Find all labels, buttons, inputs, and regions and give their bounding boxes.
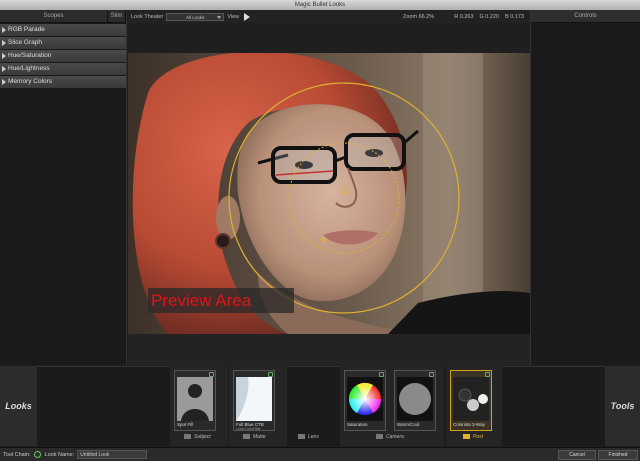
category-label: Post (473, 434, 484, 440)
look-name-label: Look Name: (44, 451, 75, 458)
play-icon[interactable] (244, 12, 251, 21)
warm-cool-thumbnail (397, 377, 433, 421)
three-way-wheels-icon (453, 377, 489, 421)
status-bar: Tool Chain: Look Name: Untitled Look Can… (0, 447, 640, 461)
scope-item-label: Memory Colors (8, 78, 53, 85)
scope-item-label: Hue/Saturation (8, 52, 52, 59)
preview-area-label: Preview Area (148, 288, 294, 313)
post-icon (463, 434, 470, 440)
category-camera[interactable]: Camera (376, 434, 404, 440)
looks-drawer-button[interactable]: Looks (0, 366, 37, 446)
look-theater-toolbar: Look Theater All Looks View Zoom 66.2% R… (128, 10, 530, 23)
category-label: Camera (386, 434, 404, 440)
tool-full-blue-ctb[interactable]: Full Blue CTB Lens:ColorFilter (233, 370, 275, 431)
spot-fill-thumbnail (177, 377, 213, 421)
camera-icon (376, 434, 383, 440)
scope-item-hue-lightness[interactable]: Hue/Lightness (0, 63, 126, 75)
vignette-edge-handle[interactable] (322, 238, 326, 242)
tool-name: Spot Fill (177, 422, 194, 427)
stage-bottom-strip (128, 334, 530, 365)
category-lens[interactable]: Lens (298, 434, 319, 440)
magic-bullet-looks-window: Magic Bullet Looks Scopes Slim RGB Parad… (0, 0, 640, 461)
lens-filter-icon (236, 377, 272, 421)
matte-icon (243, 434, 250, 440)
colorista-thumbnail (453, 377, 489, 421)
category-matte[interactable]: Matte (243, 434, 266, 440)
controls-panel: Controls (530, 10, 640, 365)
zoom-value: 66.2% (418, 13, 435, 20)
view-label: View (227, 13, 240, 20)
tool-chain-label: Tool Chain: (3, 451, 31, 458)
look-filter-select[interactable]: All Looks (166, 12, 225, 21)
tool-warm-cool[interactable]: Warm/Cool (394, 370, 436, 431)
cancel-button[interactable]: Cancel (558, 449, 596, 460)
tool-name: Warm/Cool (397, 422, 420, 427)
saturation-thumbnail (347, 377, 383, 421)
tool-chain-bar (0, 366, 640, 446)
tool-name: Colorista 3-Way (453, 422, 485, 427)
lens-icon (298, 434, 305, 440)
tools-drawer-button[interactable]: Tools (605, 366, 640, 446)
scopes-panel: Scopes Slim RGB Parade Slice Graph Hue/S… (0, 10, 127, 365)
expand-triangle-icon (2, 66, 6, 72)
right-eye-shape (365, 149, 383, 157)
look-name-input[interactable]: Untitled Look (77, 450, 148, 459)
tool-saturation[interactable]: Saturation (344, 370, 386, 431)
expand-triangle-icon (2, 79, 6, 85)
tool-spot-fill[interactable]: Spot Fill (174, 370, 216, 431)
scopes-tab[interactable]: Scopes (0, 10, 108, 22)
scope-item-label: Slice Graph (8, 39, 42, 46)
category-label: Lens (308, 434, 319, 440)
scope-item-memory-colors[interactable]: Memory Colors (0, 76, 126, 88)
expand-triangle-icon (2, 40, 6, 46)
expand-triangle-icon (2, 27, 6, 33)
green-readout: G 0.220 (479, 13, 500, 20)
look-theater-label: Look Theater (131, 13, 164, 20)
scope-item-rgb-parade[interactable]: RGB Parade (0, 24, 126, 36)
zoom-label: Zoom (402, 13, 418, 20)
full-blue-ctb-thumbnail (236, 377, 272, 421)
expand-triangle-icon (2, 53, 6, 59)
scope-item-hue-saturation[interactable]: Hue/Saturation (0, 50, 126, 62)
scope-item-label: Hue/Lightness (8, 65, 50, 72)
red-readout: R 0.263 (454, 13, 474, 20)
category-post[interactable]: Post (463, 434, 483, 440)
color-wheel-icon (347, 377, 383, 421)
finished-button[interactable]: Finished (598, 449, 638, 460)
slim-tab[interactable]: Slim (108, 10, 126, 22)
tool-name: Saturation (347, 422, 368, 427)
category-subject[interactable]: Subject (184, 434, 211, 440)
category-label: Matte (253, 434, 266, 440)
ear-shape (216, 196, 240, 240)
zoom-readout: Zoom 66.2% (403, 14, 434, 20)
scopes-header: Scopes Slim (0, 10, 126, 23)
tool-colorista-3-way[interactable]: Colorista 3-Way (450, 370, 492, 431)
subject-icon (184, 434, 191, 440)
background-window-shape (423, 53, 483, 334)
tool-subname: Lens:ColorFilter (236, 427, 261, 431)
blue-readout: B 0.173 (505, 13, 524, 20)
controls-header: Controls (531, 10, 640, 23)
person-silhouette-icon (177, 377, 213, 421)
ear-plug-shape (215, 233, 231, 249)
window-title: Magic Bullet Looks (0, 0, 640, 10)
power-toggle-icon[interactable] (33, 451, 41, 458)
scope-item-slice-graph[interactable]: Slice Graph (0, 37, 126, 49)
gray-disc-icon (397, 377, 433, 421)
category-label: Subject (194, 434, 211, 440)
scope-item-label: RGB Parade (8, 26, 45, 33)
